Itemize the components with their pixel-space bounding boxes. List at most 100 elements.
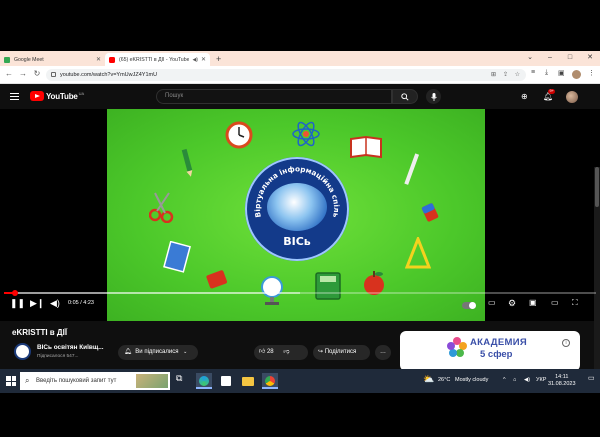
weather-temp[interactable]: 26°C <box>438 377 450 383</box>
maximize-button[interactable]: □ <box>560 51 580 66</box>
settings-gear-icon[interactable]: ⚙ <box>508 298 516 309</box>
search-icon: ⌕ <box>25 376 30 385</box>
audio-icon[interactable]: ◀) <box>192 57 198 63</box>
tab-google-meet[interactable]: Google Meet ✕ <box>0 53 105 66</box>
scrollbar-thumb[interactable] <box>595 167 599 207</box>
visj-logo: Віртуальна інформаційна спільнота ВІСь <box>245 157 349 261</box>
thumbs-down-icon: 👎︎ <box>283 349 290 355</box>
system-clock[interactable]: 14:11 31.08.2023 <box>548 374 576 388</box>
minimize-button[interactable]: – <box>540 51 560 66</box>
user-avatar[interactable] <box>566 91 578 103</box>
back-icon[interactable]: ← <box>4 69 14 78</box>
search-input[interactable]: Пошук <box>156 89 392 104</box>
triangle-ruler-icon <box>405 237 431 269</box>
windows-start-icon[interactable] <box>6 376 16 386</box>
task-view-icon[interactable]: ⧉ <box>176 373 192 389</box>
store-icon[interactable] <box>218 373 234 389</box>
video-frame[interactable]: Віртуальна інформаційна спільнота ВІСь <box>107 109 485 321</box>
window-controls: ⌄ – □ ✕ <box>520 51 600 66</box>
bookmark-star-icon[interactable]: ☆ <box>515 69 520 81</box>
like-button[interactable]: 👍︎ 28 <box>259 349 274 355</box>
pause-button[interactable]: ❚❚ <box>10 298 25 309</box>
speaker-icon[interactable]: ◀) <box>524 377 530 383</box>
menu-icon[interactable]: ⋮ <box>588 69 595 77</box>
volume-icon[interactable]: ◀) <box>50 298 60 309</box>
close-tab-icon[interactable]: ✕ <box>96 56 101 63</box>
ad-banner[interactable]: АКАДЕМИЯ 5 сфер i <box>400 331 580 371</box>
tab-strip: Google Meet ✕ (65) eKRISTTI в ДІЇ - YouT… <box>0 51 600 66</box>
youtube-header: YouTube UA Пошук ⊕ 🔔︎ 9+ <box>0 84 600 109</box>
theater-mode-icon[interactable]: ▭ <box>551 298 559 307</box>
tray-overflow-icon[interactable]: ^ <box>503 377 506 383</box>
info-icon[interactable]: i <box>562 339 570 347</box>
autoplay-toggle[interactable] <box>462 302 476 309</box>
video-player[interactable]: Віртуальна інформаційна спільнота ВІСь <box>0 109 600 393</box>
channel-avatar[interactable] <box>14 343 31 360</box>
youtube-icon <box>109 56 115 63</box>
tab-search-icon[interactable]: ⌄ <box>520 51 540 66</box>
new-tab-button[interactable]: + <box>210 53 227 66</box>
chrome-icon[interactable] <box>262 373 278 389</box>
dislike-button[interactable]: 👎︎ <box>283 349 289 355</box>
progress-bar[interactable] <box>4 290 596 296</box>
channel-name[interactable]: ВІСь освітян Київщ... <box>37 344 104 351</box>
reload-icon[interactable]: ↻ <box>32 69 42 78</box>
pen-icon <box>404 153 419 185</box>
taskbar-search-input[interactable]: ⌕ Введіть пошуковий запит тут <box>20 372 170 390</box>
network-icon[interactable]: ⌂ <box>513 377 516 383</box>
taskbar-search-placeholder: Введіть пошуковий запит тут <box>36 378 117 384</box>
download-icon[interactable]: ⤓ <box>545 69 548 77</box>
microphone-icon <box>430 92 437 101</box>
buffered-bar <box>4 292 300 294</box>
notifications-icon[interactable]: ▭ <box>588 374 595 382</box>
thumbs-up-icon: 👍︎ <box>259 349 266 355</box>
chevron-down-icon: ⌄ <box>183 349 188 355</box>
address-bar-row: ← → ↻ youtube.com/watch?v=YmUwJZ4Y1mU ⊞ … <box>0 66 600 84</box>
ad-title: АКАДЕМИЯ <box>470 337 527 348</box>
media-icon[interactable]: ≡ <box>531 69 535 76</box>
search-button[interactable] <box>392 89 418 104</box>
subtitles-icon[interactable]: ▭ <box>488 298 496 307</box>
flower-logo-icon <box>447 337 467 357</box>
language-indicator[interactable]: УКР <box>536 377 546 383</box>
sidepanel-icon[interactable]: ▣ <box>558 69 565 77</box>
close-tab-icon[interactable]: ✕ <box>201 56 206 63</box>
share-label: Поділитися <box>324 349 357 355</box>
forward-icon[interactable]: → <box>18 69 28 78</box>
fullscreen-icon[interactable]: ⛶ <box>572 298 578 308</box>
edge-icon[interactable] <box>196 373 212 389</box>
file-explorer-icon[interactable] <box>240 373 256 389</box>
address-field[interactable]: youtube.com/watch?v=YmUwJZ4Y1mU ⊞ ⇪ ☆ <box>46 69 526 81</box>
tab-title: (65) eKRISTTI в ДІЇ - YouTube <box>119 56 190 63</box>
sharpener-icon <box>206 270 228 289</box>
tab-youtube[interactable]: (65) eKRISTTI в ДІЇ - YouTube ◀) ✕ <box>105 53 210 66</box>
profile-avatar[interactable] <box>572 70 581 79</box>
subscribe-button[interactable]: 🔔︎ Ви підписалися ⌄ <box>118 345 198 360</box>
globe-model-icon <box>261 276 283 305</box>
youtube-logo[interactable]: YouTube UA <box>30 91 84 101</box>
google-meet-icon <box>4 56 10 63</box>
miniplayer-icon[interactable]: ▣ <box>529 298 537 307</box>
region-code: UA <box>78 91 85 96</box>
share-icon[interactable]: ⇪ <box>503 69 508 81</box>
open-book-icon <box>350 135 382 159</box>
install-icon[interactable]: ⊞ <box>491 69 496 81</box>
clock-date: 31.08.2023 <box>548 381 576 387</box>
page-scrollbar[interactable] <box>594 167 600 393</box>
logo-title: ВІСь <box>283 235 311 248</box>
share-button[interactable]: ↪ Поділитися <box>313 345 370 360</box>
more-actions-button[interactable]: … <box>375 345 391 360</box>
weather-description[interactable]: Mostly cloudy <box>455 377 488 383</box>
voice-search-button[interactable] <box>426 89 441 104</box>
like-count: 28 <box>266 349 274 355</box>
scissors-icon <box>149 192 174 223</box>
ad-subtitle: 5 сфер <box>480 349 513 360</box>
screen: Google Meet ✕ (65) eKRISTTI в ДІЇ - YouT… <box>0 51 600 393</box>
hamburger-menu-icon[interactable] <box>10 93 19 100</box>
next-button[interactable]: ▶❙ <box>30 298 44 309</box>
close-window-button[interactable]: ✕ <box>580 51 600 66</box>
weather-icon[interactable]: ⛅ <box>423 374 434 385</box>
time-display: 0:05 / 4:23 <box>68 300 94 306</box>
create-video-icon[interactable]: ⊕ <box>521 92 528 101</box>
subscribe-label: Ви підписалися <box>135 349 179 355</box>
